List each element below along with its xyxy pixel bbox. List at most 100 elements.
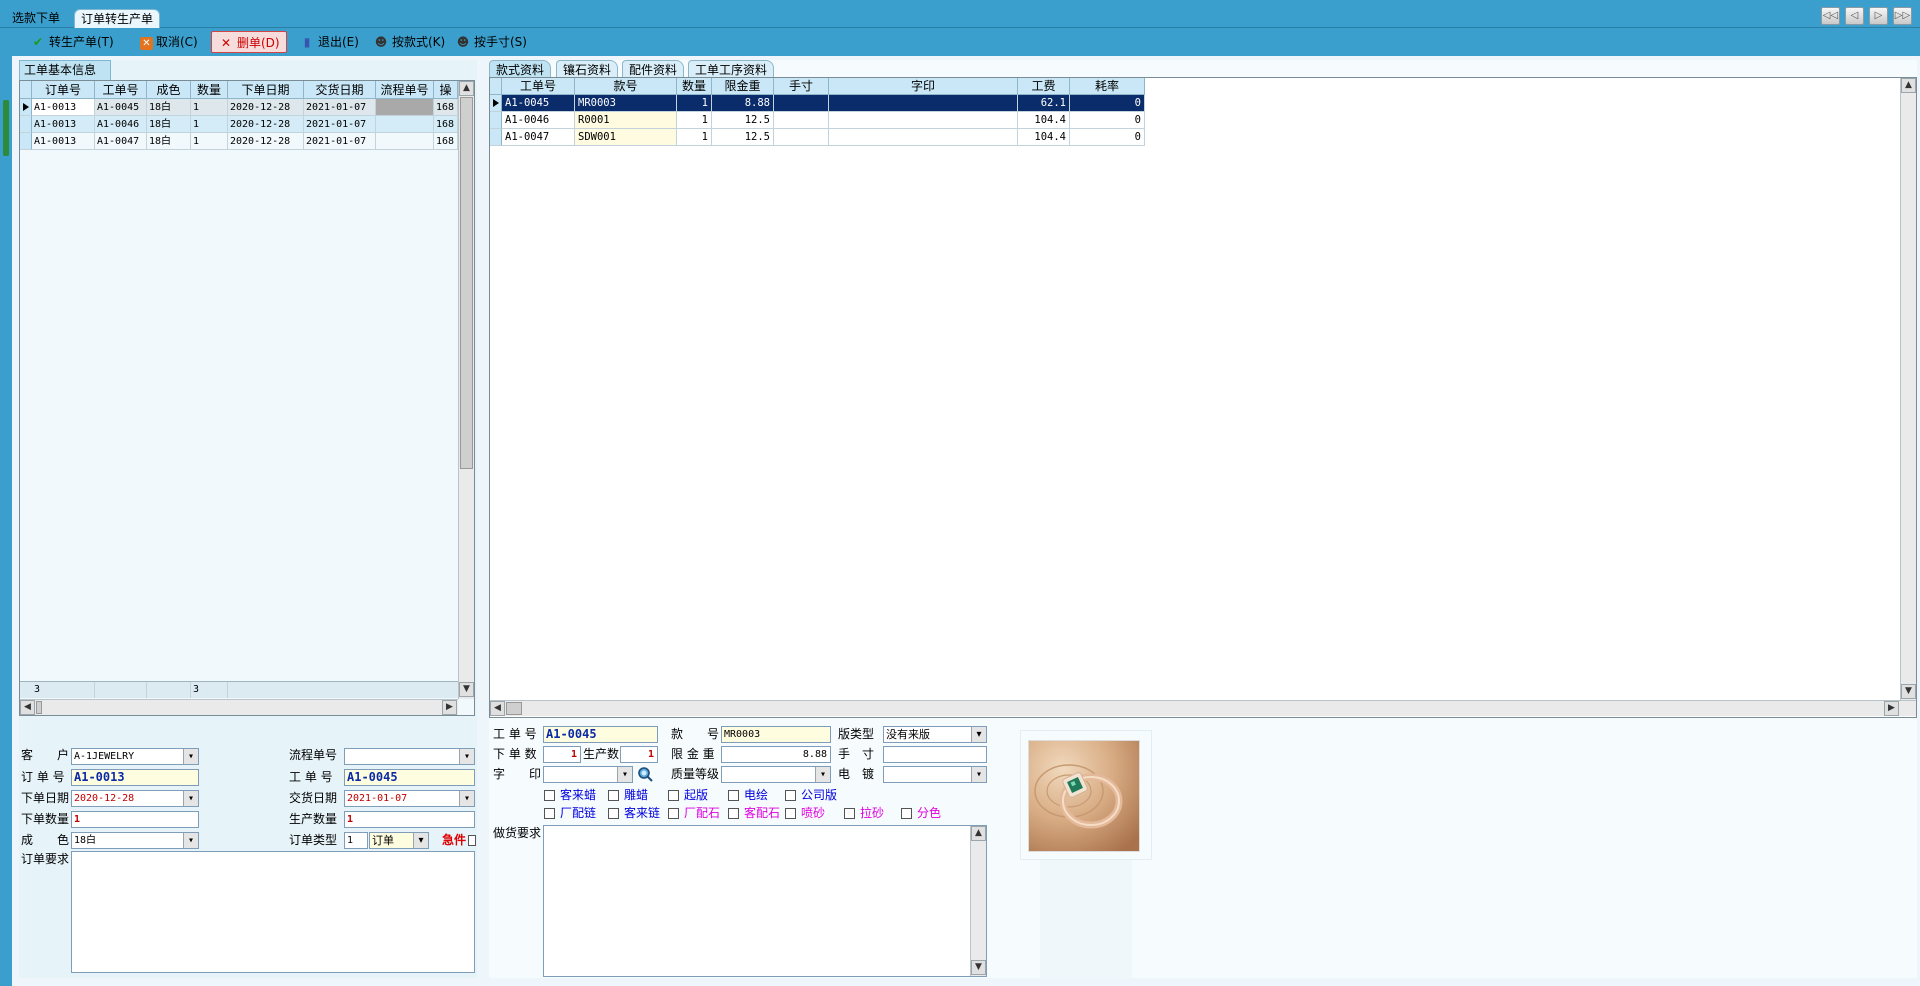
cell-work-no[interactable]: A1-0045 xyxy=(502,95,575,112)
cell-style-no[interactable]: MR0003 xyxy=(575,95,677,112)
scroll-up-icon[interactable]: ▲ xyxy=(971,826,986,841)
scroll-thumb[interactable] xyxy=(36,701,42,714)
flow-no-select[interactable] xyxy=(344,748,475,765)
cell-color[interactable]: 18白 xyxy=(147,99,191,116)
cell-size[interactable] xyxy=(774,112,829,129)
nav-last-button[interactable]: ▷▷ xyxy=(1893,7,1912,25)
cell-size[interactable] xyxy=(774,95,829,112)
work-field[interactable]: A1-0045 xyxy=(543,726,658,743)
order-no-field[interactable]: A1-0013 xyxy=(71,769,199,786)
cell-qty[interactable]: 1 xyxy=(191,116,228,133)
delete-button[interactable]: ✕ 删单(D) xyxy=(211,31,287,53)
tab-process-info[interactable]: 工单工序资料 xyxy=(688,60,775,78)
cell-fee[interactable]: 104.4 xyxy=(1018,129,1070,146)
checkbox-company-mold[interactable] xyxy=(785,790,796,801)
prod-qty-field[interactable]: 1 xyxy=(344,811,475,828)
cell-order-date[interactable]: 2020-12-28 xyxy=(228,99,304,116)
scroll-left-icon[interactable]: ◀ xyxy=(20,700,35,715)
scroll-left-icon[interactable]: ◀ xyxy=(490,701,505,716)
checkbox-start-mold[interactable] xyxy=(668,790,679,801)
checkbox-carved-wax[interactable] xyxy=(608,790,619,801)
col-header-flow-no[interactable]: 流程单号 xyxy=(376,81,434,99)
cell-delivery-date[interactable]: 2021-01-07 xyxy=(304,133,376,150)
cell-qty[interactable]: 1 xyxy=(677,129,712,146)
cell-order-date[interactable]: 2020-12-28 xyxy=(228,133,304,150)
col-header-work-no[interactable]: 工单号 xyxy=(502,78,575,95)
color-select[interactable]: 18白 xyxy=(71,832,199,849)
checkbox-brushed[interactable] xyxy=(844,808,855,819)
checkbox-e-drawing[interactable] xyxy=(728,790,739,801)
by-size-button[interactable]: ☻ 按手寸(S) xyxy=(455,31,527,53)
scroll-right-icon[interactable]: ▶ xyxy=(1884,701,1899,716)
col-header-gold-weight[interactable]: 限金重 xyxy=(712,78,774,95)
cell-work-no[interactable]: A1-0045 xyxy=(95,99,147,116)
prod-count-field[interactable]: 1 xyxy=(620,746,658,763)
col-header-qty[interactable]: 数量 xyxy=(677,78,712,95)
cell-order-no[interactable]: A1-0013 xyxy=(32,99,95,116)
cell-order-no[interactable]: A1-0013 xyxy=(32,116,95,133)
right-grid-hscroll[interactable]: ◀ ▶ xyxy=(490,700,1916,716)
col-header-order-date[interactable]: 下单日期 xyxy=(228,81,304,99)
cell-stamp[interactable] xyxy=(829,95,1018,112)
col-header-op[interactable]: 操作 xyxy=(434,81,458,99)
tab-accessory-info[interactable]: 配件资料 xyxy=(622,60,685,78)
quality-select[interactable] xyxy=(721,766,831,783)
cell-stamp[interactable] xyxy=(829,129,1018,146)
urgent-checkbox[interactable] xyxy=(468,835,476,846)
delivery-date-picker[interactable]: 2021-01-07 xyxy=(344,790,475,807)
scroll-up-icon[interactable]: ▲ xyxy=(459,81,474,96)
cell-order-no[interactable]: A1-0013 xyxy=(32,133,95,150)
order-type-code-field[interactable]: 1 xyxy=(344,832,368,849)
cell-qty[interactable]: 1 xyxy=(191,133,228,150)
by-style-button[interactable]: ☻ 按款式(K) xyxy=(373,31,446,53)
customer-select[interactable]: A-1JEWELRY xyxy=(71,748,199,765)
col-header-qty[interactable]: 数量 xyxy=(191,81,228,99)
cell-work-no[interactable]: A1-0046 xyxy=(502,112,575,129)
work-no-field[interactable]: A1-0045 xyxy=(344,769,475,786)
cell-qty[interactable]: 1 xyxy=(677,112,712,129)
cell-op[interactable]: 168 xyxy=(434,99,458,116)
cell-gold-weight[interactable]: 12.5 xyxy=(712,129,774,146)
col-header-color[interactable]: 成色 xyxy=(147,81,191,99)
left-grid-hscroll[interactable]: ◀ ▶ xyxy=(20,699,458,715)
plating-select[interactable] xyxy=(883,766,987,783)
search-icon[interactable] xyxy=(637,766,653,782)
cell-op[interactable]: 168 xyxy=(434,116,458,133)
cell-qty[interactable]: 1 xyxy=(677,95,712,112)
checkbox-factory-stone[interactable] xyxy=(668,808,679,819)
checkbox-customer-stone[interactable] xyxy=(728,808,739,819)
cell-style-no[interactable]: R0001 xyxy=(575,112,677,129)
scroll-up-icon[interactable]: ▲ xyxy=(1901,78,1916,93)
cell-flow-no[interactable] xyxy=(376,116,434,133)
stamp-select[interactable] xyxy=(543,766,633,783)
cell-size[interactable] xyxy=(774,129,829,146)
cell-delivery-date[interactable]: 2021-01-07 xyxy=(304,99,376,116)
cell-flow-no[interactable] xyxy=(376,99,434,116)
cell-delivery-date[interactable]: 2021-01-07 xyxy=(304,116,376,133)
edge-handle[interactable] xyxy=(3,100,9,156)
col-header-order-no[interactable]: 订单号 xyxy=(32,81,95,99)
left-grid-vscroll[interactable]: ▲ ▼ xyxy=(458,81,474,699)
nav-first-button[interactable]: ◁◁ xyxy=(1821,7,1840,25)
cell-color[interactable]: 18白 xyxy=(147,133,191,150)
cell-color[interactable]: 18白 xyxy=(147,116,191,133)
order-type-select[interactable]: 订单 xyxy=(369,832,429,849)
cell-loss[interactable]: 0 xyxy=(1070,112,1145,129)
size-field[interactable] xyxy=(883,746,987,763)
checkbox-customer-chain[interactable] xyxy=(608,808,619,819)
nav-prev-button[interactable]: ◁ xyxy=(1845,7,1864,25)
gold-weight-field[interactable]: 8.88 xyxy=(721,746,831,763)
right-grid-vscroll[interactable]: ▲ ▼ xyxy=(1900,78,1916,700)
scroll-thumb[interactable] xyxy=(460,97,473,469)
tab-style-info[interactable]: 款式资料 xyxy=(489,60,552,78)
style-field[interactable]: MR0003 xyxy=(721,726,831,743)
order-count-field[interactable]: 1 xyxy=(543,746,581,763)
cell-loss[interactable]: 0 xyxy=(1070,129,1145,146)
col-header-fee[interactable]: 工费 xyxy=(1018,78,1070,95)
scroll-down-icon[interactable]: ▼ xyxy=(459,682,474,697)
nav-next-button[interactable]: ▷ xyxy=(1869,7,1888,25)
cell-op[interactable]: 168 xyxy=(434,133,458,150)
cell-qty[interactable]: 1 xyxy=(191,99,228,116)
exit-button[interactable]: ▮ 退出(E) xyxy=(299,31,359,53)
work-remark-textarea[interactable]: ▲ ▼ xyxy=(543,825,987,977)
